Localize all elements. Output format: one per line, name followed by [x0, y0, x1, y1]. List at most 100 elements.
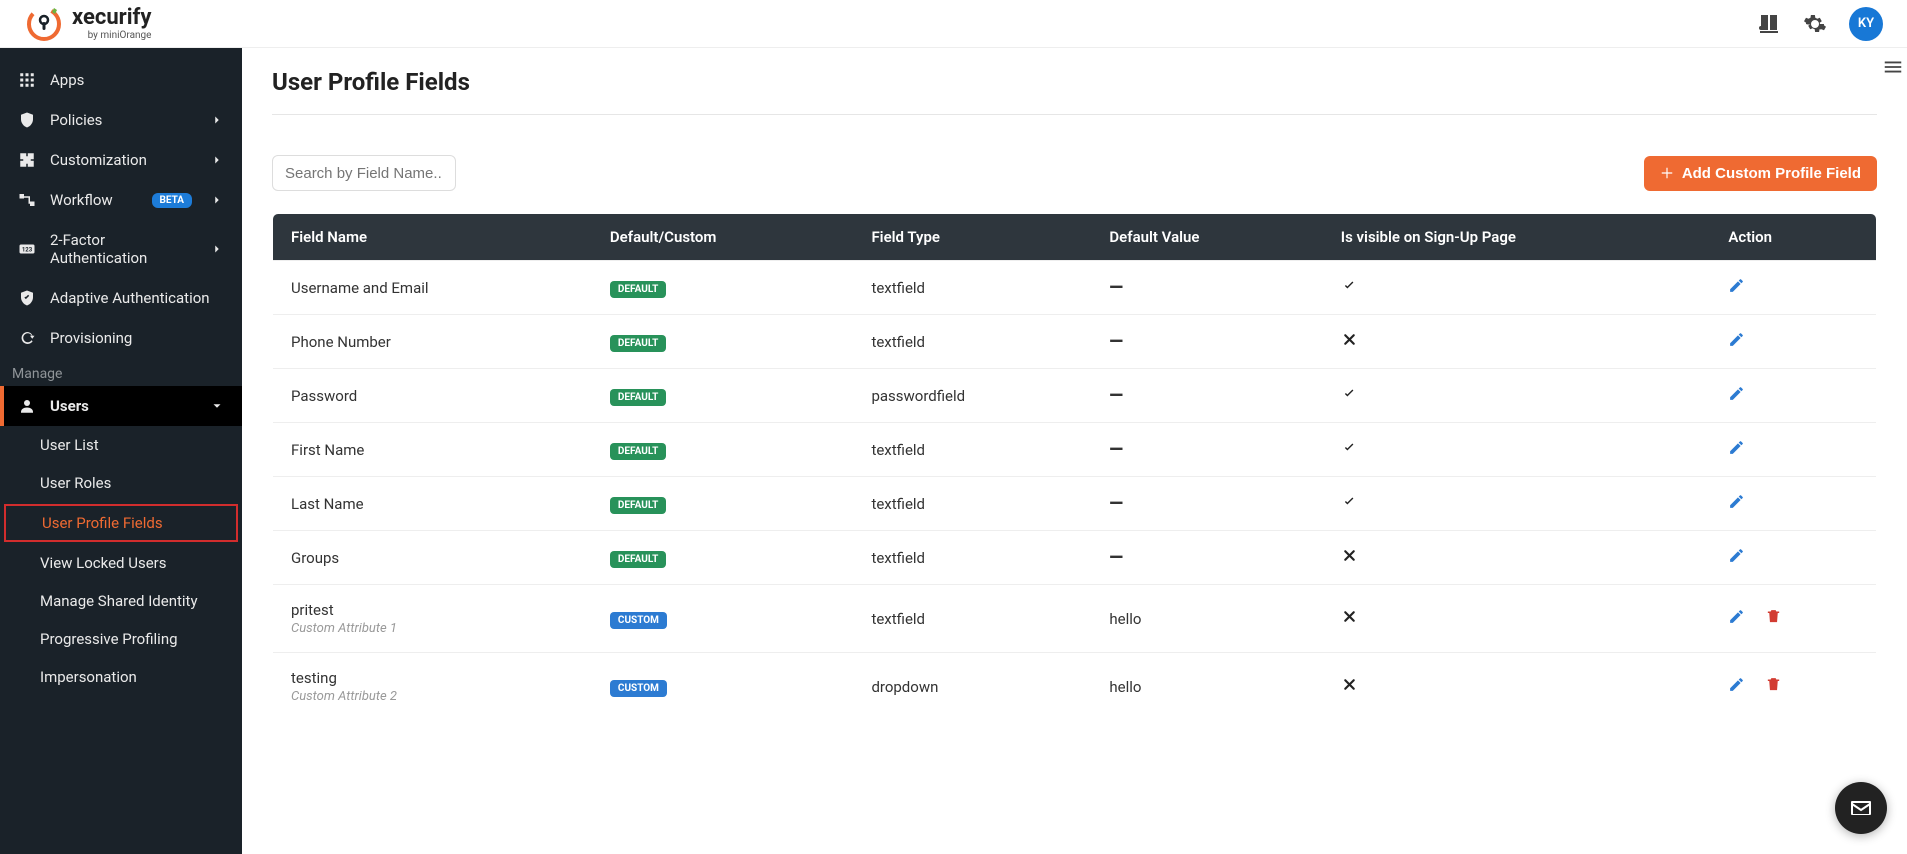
sidebar-item-users[interactable]: Users — [0, 386, 242, 426]
search-input[interactable] — [272, 155, 456, 191]
person-icon — [18, 397, 36, 415]
sidebar-sub-user-list[interactable]: User List — [0, 426, 242, 464]
cross-icon — [1341, 331, 1358, 348]
edit-icon[interactable] — [1728, 676, 1745, 693]
th-kind: Default/Custom — [592, 214, 854, 261]
cell-action — [1710, 423, 1876, 477]
sidebar-item-customization[interactable]: Customization — [0, 140, 242, 180]
sidebar-item-workflow[interactable]: Workflow BETA — [0, 180, 242, 220]
profile-fields-table: Field Name Default/Custom Field Type Def… — [272, 213, 1877, 721]
edit-icon[interactable] — [1728, 547, 1745, 564]
edit-icon[interactable] — [1728, 385, 1745, 402]
cell-default: — — [1091, 315, 1322, 369]
cell-type: textfield — [853, 531, 1091, 585]
avatar[interactable]: KY — [1849, 7, 1883, 41]
cell-default: — — [1091, 369, 1322, 423]
cell-type: textfield — [853, 261, 1091, 315]
sidebar-item-label: 2-Factor Authentication — [50, 231, 196, 267]
sidebar-item-label: Workflow — [50, 191, 138, 209]
gear-icon[interactable] — [1803, 12, 1827, 36]
kind-pill: DEFAULT — [610, 335, 666, 352]
mail-fab[interactable] — [1835, 782, 1887, 834]
table-row: First NameDEFAULTtextfield— — [273, 423, 1877, 477]
sidebar-item-label: Users — [50, 397, 196, 415]
sidebar-item-apps[interactable]: Apps — [0, 60, 242, 100]
kind-pill: DEFAULT — [610, 551, 666, 568]
cross-icon — [1341, 676, 1358, 693]
logo-mark-icon — [24, 4, 64, 44]
trash-icon[interactable] — [1765, 608, 1782, 625]
table-row: pritestCustom Attribute 1CUSTOMtextfield… — [273, 585, 1877, 653]
cell-visible — [1323, 653, 1711, 721]
cell-type: textfield — [853, 477, 1091, 531]
sidebar-section: Manage — [0, 358, 242, 386]
edit-icon[interactable] — [1728, 493, 1745, 510]
cell-action — [1710, 653, 1876, 721]
th-type: Field Type — [853, 214, 1091, 261]
table-row: testingCustom Attribute 2CUSTOMdropdownh… — [273, 653, 1877, 721]
sidebar-item-label: Provisioning — [50, 329, 224, 347]
sidebar-sub-locked-users[interactable]: View Locked Users — [0, 544, 242, 582]
chevron-right-icon — [210, 193, 224, 207]
puzzle-icon — [18, 151, 36, 169]
add-button-label: Add Custom Profile Field — [1682, 165, 1861, 182]
topbar: xecurify by miniOrange KY — [0, 0, 1907, 48]
table-row: Phone NumberDEFAULTtextfield— — [273, 315, 1877, 369]
edit-icon[interactable] — [1728, 331, 1745, 348]
cell-field-name: testingCustom Attribute 2 — [273, 653, 592, 721]
main-content: User Profile Fields Add Custom Profile F… — [242, 48, 1907, 854]
kind-pill: DEFAULT — [610, 497, 666, 514]
edit-icon[interactable] — [1728, 608, 1745, 625]
svg-text:123: 123 — [22, 246, 33, 253]
sidebar-item-label: Apps — [50, 71, 224, 89]
sidebar-item-label: Policies — [50, 111, 196, 129]
cell-field-name: Username and Email — [273, 261, 592, 315]
cell-default: hello — [1091, 585, 1322, 653]
table-row: Groups DEFAULT textfield— — [273, 531, 1877, 585]
chevron-right-icon — [210, 153, 224, 167]
plus-icon — [1660, 166, 1674, 180]
sidebar-sub-user-profile-fields[interactable]: User Profile Fields — [4, 504, 238, 542]
sync-icon — [18, 329, 36, 347]
cell-kind: DEFAULT — [592, 261, 854, 315]
cell-visible — [1323, 315, 1711, 369]
sidebar-item-provisioning[interactable]: Provisioning — [0, 318, 242, 358]
cell-field-name: Last Name — [273, 477, 592, 531]
cell-default: — — [1091, 477, 1322, 531]
sidebar-sub-user-roles[interactable]: User Roles — [0, 464, 242, 502]
sidebar-sub-shared-identity[interactable]: Manage Shared Identity — [0, 582, 242, 620]
cell-field-name: Groups — [273, 531, 592, 585]
toolbar: Add Custom Profile Field — [272, 155, 1877, 191]
cell-kind: CUSTOM — [592, 585, 854, 653]
cell-type: textfield — [853, 423, 1091, 477]
chevron-right-icon — [210, 242, 224, 256]
add-custom-field-button[interactable]: Add Custom Profile Field — [1644, 156, 1877, 191]
edit-icon[interactable] — [1728, 277, 1745, 294]
check-icon — [1341, 385, 1358, 402]
cell-type: dropdown — [853, 653, 1091, 721]
shield-check-icon — [18, 289, 36, 307]
page-title: User Profile Fields — [272, 68, 1877, 115]
cell-visible — [1323, 531, 1711, 585]
brand-sub: by miniOrange — [72, 31, 151, 41]
sidebar-sub-impersonation[interactable]: Impersonation — [0, 658, 242, 696]
workflow-icon — [18, 191, 36, 209]
cell-default: — — [1091, 531, 1322, 585]
sidebar-sub-progressive[interactable]: Progressive Profiling — [0, 620, 242, 658]
chevron-right-icon — [210, 113, 224, 127]
cell-field-name: Password — [273, 369, 592, 423]
sidebar-item-adaptive[interactable]: Adaptive Authentication — [0, 278, 242, 318]
cell-kind: DEFAULT — [592, 315, 854, 369]
book-icon[interactable] — [1757, 12, 1781, 36]
cell-visible — [1323, 423, 1711, 477]
logo[interactable]: xecurify by miniOrange — [24, 4, 151, 44]
hamburger-icon[interactable] — [1882, 56, 1904, 78]
cell-kind: CUSTOM — [592, 653, 854, 721]
sidebar-item-2fa[interactable]: 123 2-Factor Authentication — [0, 220, 242, 278]
trash-icon[interactable] — [1765, 676, 1782, 693]
cell-visible — [1323, 261, 1711, 315]
sidebar-item-policies[interactable]: Policies — [0, 100, 242, 140]
edit-icon[interactable] — [1728, 439, 1745, 456]
cell-action — [1710, 531, 1876, 585]
cell-action — [1710, 369, 1876, 423]
